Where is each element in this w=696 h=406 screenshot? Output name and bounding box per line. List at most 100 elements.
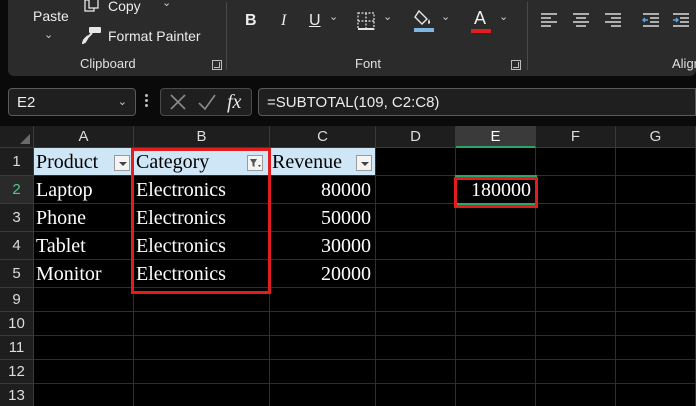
empty-cell[interactable]: [456, 288, 536, 312]
cell-c5[interactable]: 20000: [270, 260, 376, 288]
font-color-dropdown-chevron-icon[interactable]: ⌄: [499, 10, 508, 23]
column-header-a[interactable]: A: [34, 126, 134, 148]
empty-cell[interactable]: [536, 384, 616, 406]
name-box-chevron-icon[interactable]: ⌄: [118, 95, 127, 108]
align-center-icon[interactable]: [572, 12, 590, 32]
row-header-9[interactable]: 9: [0, 288, 34, 312]
cell-c4[interactable]: 30000: [270, 232, 376, 260]
select-all-button[interactable]: [0, 126, 34, 148]
underline-dropdown-chevron-icon[interactable]: ⌄: [329, 10, 338, 23]
empty-cell[interactable]: [616, 312, 696, 336]
empty-cell[interactable]: [616, 148, 696, 176]
decrease-indent-icon[interactable]: [642, 12, 660, 32]
column-header-f[interactable]: F: [536, 126, 616, 148]
empty-cell[interactable]: [134, 288, 270, 312]
cell-a4[interactable]: Tablet: [34, 232, 134, 260]
formula-input[interactable]: =SUBTOTAL(109, C2:C8): [258, 88, 696, 116]
empty-cell[interactable]: [456, 312, 536, 336]
empty-cell[interactable]: [376, 176, 456, 204]
empty-cell[interactable]: [376, 336, 456, 360]
cell-a3[interactable]: Phone: [34, 204, 134, 232]
empty-cell[interactable]: [536, 232, 616, 260]
cell-c3[interactable]: 50000: [270, 204, 376, 232]
borders-icon[interactable]: [357, 12, 375, 34]
empty-cell[interactable]: [616, 360, 696, 384]
cell-e2-subtotal-result[interactable]: 180000: [456, 176, 536, 204]
empty-cell[interactable]: [456, 232, 536, 260]
cell-b5[interactable]: Electronics: [134, 260, 270, 288]
column-header-g[interactable]: G: [616, 126, 696, 148]
align-right-icon[interactable]: [604, 12, 622, 32]
insert-function-button[interactable]: fx: [227, 91, 241, 114]
empty-cell[interactable]: [536, 312, 616, 336]
empty-cell[interactable]: [536, 176, 616, 204]
cancel-icon[interactable]: [169, 92, 187, 117]
row-header-3[interactable]: 3: [0, 204, 34, 232]
cell-b4[interactable]: Electronics: [134, 232, 270, 260]
copy-dropdown-chevron-icon[interactable]: ⌄: [162, 0, 171, 9]
empty-cell[interactable]: [34, 288, 134, 312]
empty-cell[interactable]: [536, 260, 616, 288]
filter-applied-category-icon[interactable]: [247, 155, 263, 171]
format-painter-button[interactable]: Format Painter: [108, 28, 201, 44]
empty-cell[interactable]: [34, 360, 134, 384]
cell-a5[interactable]: Monitor: [34, 260, 134, 288]
paste-dropdown-chevron-icon[interactable]: ⌄: [44, 28, 53, 41]
italic-button[interactable]: I: [281, 12, 286, 30]
empty-cell[interactable]: [616, 384, 696, 406]
empty-cell[interactable]: [34, 384, 134, 406]
row-header-1[interactable]: 1: [0, 148, 34, 176]
empty-cell[interactable]: [536, 204, 616, 232]
underline-button[interactable]: U: [309, 12, 321, 30]
empty-cell[interactable]: [456, 148, 536, 176]
empty-cell[interactable]: [376, 384, 456, 406]
empty-cell[interactable]: [456, 384, 536, 406]
empty-cell[interactable]: [376, 360, 456, 384]
empty-cell[interactable]: [270, 336, 376, 360]
cell-c2[interactable]: 80000: [270, 176, 376, 204]
font-color-button[interactable]: A: [474, 8, 486, 29]
row-header-11[interactable]: 11: [0, 336, 34, 360]
empty-cell[interactable]: [616, 176, 696, 204]
empty-cell[interactable]: [376, 312, 456, 336]
empty-cell[interactable]: [456, 204, 536, 232]
filter-dropdown-product-icon[interactable]: [114, 155, 130, 171]
row-header-4[interactable]: 4: [0, 232, 34, 260]
empty-cell[interactable]: [270, 360, 376, 384]
row-header-2[interactable]: 2: [0, 176, 34, 204]
empty-cell[interactable]: [134, 384, 270, 406]
cell-b3[interactable]: Electronics: [134, 204, 270, 232]
column-header-e[interactable]: E: [456, 126, 536, 148]
filter-dropdown-revenue-icon[interactable]: [356, 155, 372, 171]
format-painter-icon[interactable]: [81, 26, 102, 48]
column-header-b[interactable]: B: [134, 126, 270, 148]
empty-cell[interactable]: [456, 260, 536, 288]
column-header-d[interactable]: D: [376, 126, 456, 148]
empty-cell[interactable]: [536, 288, 616, 312]
empty-cell[interactable]: [376, 204, 456, 232]
clipboard-dialog-launcher-icon[interactable]: [212, 60, 222, 70]
empty-cell[interactable]: [376, 288, 456, 312]
copy-button[interactable]: Copy: [108, 0, 141, 14]
column-header-c[interactable]: C: [270, 126, 376, 148]
bold-button[interactable]: B: [245, 12, 257, 30]
increase-indent-icon[interactable]: [672, 12, 690, 32]
empty-cell[interactable]: [536, 360, 616, 384]
empty-cell[interactable]: [456, 336, 536, 360]
row-header-13[interactable]: 13: [0, 384, 34, 406]
fill-color-icon[interactable]: [413, 8, 435, 36]
align-left-icon[interactable]: [540, 12, 558, 32]
empty-cell[interactable]: [616, 260, 696, 288]
enter-check-icon[interactable]: [197, 92, 217, 117]
empty-cell[interactable]: [616, 288, 696, 312]
empty-cell[interactable]: [616, 336, 696, 360]
empty-cell[interactable]: [376, 232, 456, 260]
font-dialog-launcher-icon[interactable]: [511, 60, 521, 70]
row-header-5[interactable]: 5: [0, 260, 34, 288]
borders-dropdown-chevron-icon[interactable]: ⌄: [383, 10, 392, 23]
empty-cell[interactable]: [616, 204, 696, 232]
empty-cell[interactable]: [134, 360, 270, 384]
empty-cell[interactable]: [376, 148, 456, 176]
empty-cell[interactable]: [134, 312, 270, 336]
row-header-12[interactable]: 12: [0, 360, 34, 384]
